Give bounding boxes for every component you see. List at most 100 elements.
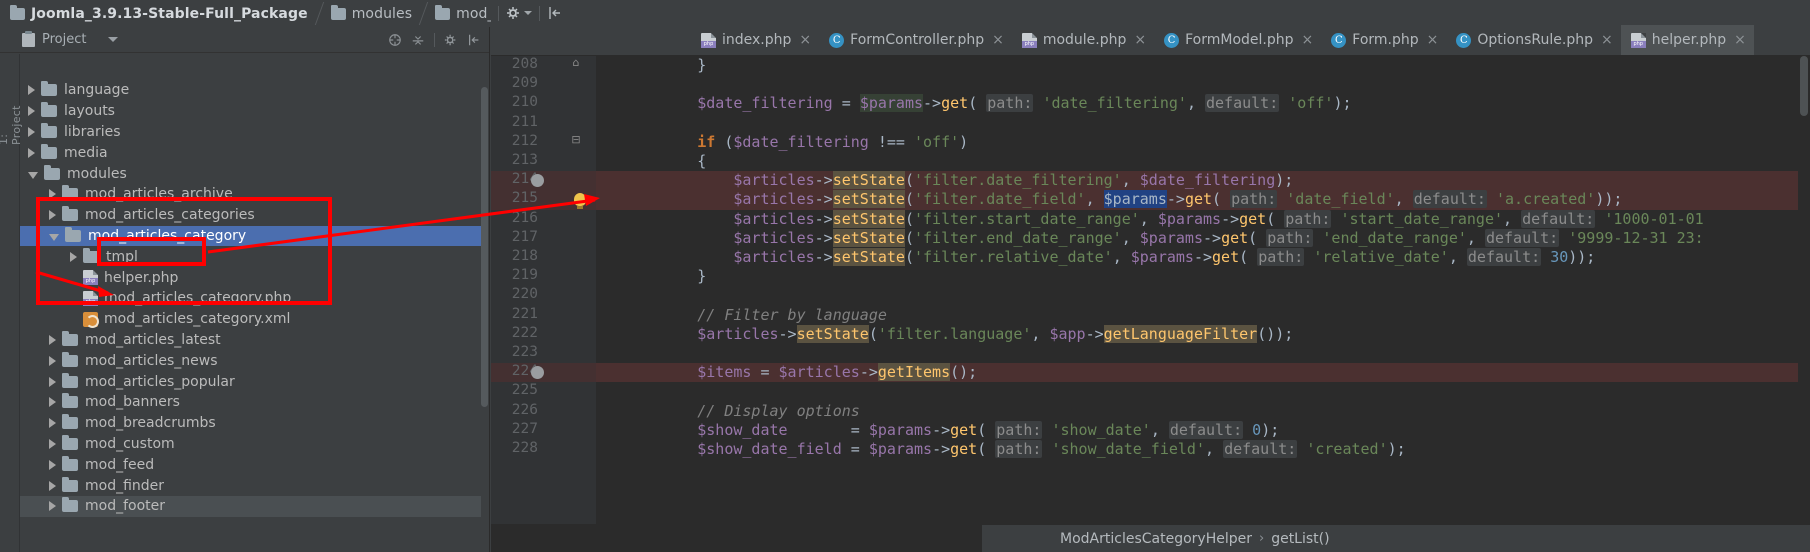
tree-item[interactable]: mod_articles_category [20, 225, 481, 247]
tree-item[interactable]: modules [20, 163, 481, 184]
chevron-down-icon[interactable] [108, 37, 119, 42]
settings-gear-icon[interactable] [506, 5, 522, 21]
code-line[interactable]: if ($date_filtering !== 'off') [596, 133, 1810, 152]
editor-tab[interactable]: module.php × [1012, 25, 1154, 55]
editor-scrollbar-thumb[interactable] [1800, 56, 1808, 116]
tree-item[interactable]: mod_custom [20, 434, 481, 455]
chevron-right-icon[interactable] [49, 210, 56, 221]
editor-scrollbar[interactable] [1798, 56, 1810, 524]
code-fold-icon[interactable]: ⊟ [569, 133, 583, 146]
chevron-right-icon[interactable] [28, 85, 35, 96]
expand-icon[interactable] [411, 33, 425, 47]
tree-item[interactable]: mod_banners [20, 392, 481, 413]
chevron-right-icon[interactable] [49, 376, 56, 387]
close-icon[interactable]: × [1302, 32, 1314, 48]
close-icon[interactable]: × [1427, 32, 1439, 48]
editor-tab[interactable]: C FormModel.php × [1154, 25, 1321, 55]
code-line[interactable]: // Filter by language [596, 306, 1810, 325]
divider [434, 32, 435, 47]
tree-item[interactable]: mod_articles_latest [20, 330, 481, 351]
chevron-right-icon[interactable] [49, 418, 56, 429]
tree-item[interactable]: libraries [20, 122, 481, 143]
chevron-right-icon[interactable] [49, 189, 56, 200]
tree-item[interactable]: mod_articles_news [20, 350, 481, 371]
code-line[interactable]: $items = $articles->getItems(); [596, 363, 1810, 382]
status-class-name[interactable]: ModArticlesCategoryHelper [1060, 531, 1252, 547]
code-line[interactable]: $show_date = $params->get( path: 'show_d… [596, 420, 1810, 440]
code-line-text: if ($date_filtering !== 'off') [596, 133, 968, 152]
status-method-name[interactable]: getList() [1271, 531, 1329, 547]
chevron-down-icon[interactable] [28, 171, 38, 179]
chevron-right-icon[interactable] [49, 480, 56, 491]
breadcrumb-item-project[interactable]: Joomla_3.9.13-Stable-Full_Package [6, 0, 314, 27]
code-line[interactable]: { [596, 152, 1810, 171]
code-line[interactable]: } [596, 267, 1810, 286]
settings-gear-icon[interactable] [444, 33, 458, 47]
code-line[interactable]: $articles->setState('filter.language', $… [596, 324, 1810, 344]
editor-tab-strip[interactable]: index.php×CFormController.php×module.php… [491, 25, 1810, 56]
collapse-all-icon[interactable] [388, 33, 402, 47]
code-line[interactable]: $show_date_field = $params->get( path: '… [596, 440, 1810, 459]
tree-item[interactable]: mod_footer [20, 495, 481, 517]
chevron-right-icon[interactable] [49, 397, 56, 408]
tree-item[interactable]: mod_articles_category.php [20, 288, 481, 309]
code-line[interactable]: $articles->setState('filter.end_date_ran… [596, 228, 1810, 248]
code-line[interactable]: } [596, 56, 1810, 75]
chevron-right-icon[interactable] [49, 334, 56, 345]
tree-item[interactable]: mod_articles_popular [20, 371, 481, 392]
chevron-right-icon[interactable] [49, 355, 56, 366]
code-line[interactable] [596, 344, 1810, 363]
code-line[interactable]: $articles->setState('filter.date_filteri… [596, 171, 1810, 190]
code-line[interactable]: $articles->setState('filter.relative_dat… [596, 248, 1810, 267]
chevron-right-icon[interactable] [28, 126, 35, 137]
hide-panel-icon[interactable] [467, 33, 481, 47]
close-icon[interactable]: × [1734, 32, 1746, 48]
close-icon[interactable]: × [1601, 32, 1613, 48]
chevron-down-icon[interactable] [524, 11, 532, 15]
code-line[interactable]: $articles->setState('filter.date_field',… [596, 190, 1810, 209]
breadcrumb-item-modules[interactable]: modules [327, 0, 418, 27]
chevron-right-icon[interactable] [49, 438, 56, 449]
project-tree-scrollbar[interactable] [481, 87, 488, 407]
code-line[interactable] [596, 382, 1810, 401]
code-line[interactable] [596, 114, 1810, 133]
chevron-down-icon[interactable] [49, 233, 59, 241]
close-icon[interactable]: × [799, 32, 811, 48]
editor-tab[interactable]: C FormController.php × [819, 25, 1012, 55]
editor-gutter[interactable]: 208 ⌂ 209 210 211 212 ⊟ 213 214 215 216 217 218 219 22… [491, 56, 596, 524]
tree-item[interactable]: helper.php [20, 267, 481, 288]
hide-panel-icon[interactable] [547, 5, 563, 21]
tree-item[interactable]: mod_articles_archive [20, 184, 481, 205]
chevron-right-icon[interactable] [49, 501, 56, 512]
tree-item[interactable]: mod_articles_categories [20, 205, 481, 226]
chevron-right-icon[interactable] [49, 459, 56, 470]
code-line[interactable] [596, 286, 1810, 305]
editor-tab[interactable]: index.php × [691, 25, 819, 55]
tree-item[interactable]: mod_articles_category.xml [20, 309, 481, 330]
editor-tab[interactable]: C OptionsRule.php × [1446, 25, 1620, 55]
code-line[interactable] [596, 75, 1810, 94]
tree-item[interactable]: layouts [20, 101, 481, 122]
code-line[interactable]: $articles->setState('filter.start_date_r… [596, 209, 1810, 229]
project-tree[interactable]: language layouts libraries media modules mod_… [20, 80, 481, 552]
close-icon[interactable]: × [1134, 32, 1146, 48]
chevron-right-icon[interactable] [28, 147, 35, 158]
editor-tab[interactable]: C Form.php × [1321, 25, 1446, 55]
intention-bulb-icon[interactable] [574, 193, 586, 210]
chevron-right-icon[interactable] [28, 106, 35, 117]
code-line[interactable]: $date_filtering = $params->get( path: 'd… [596, 94, 1810, 113]
close-icon[interactable]: × [992, 32, 1004, 48]
editor-tab[interactable]: helper.php × [1620, 25, 1754, 55]
code-content[interactable]: } $date_filtering = $params->get( path: … [596, 56, 1810, 524]
tree-item[interactable]: mod_feed [20, 454, 481, 475]
code-line[interactable]: // Display options [596, 402, 1810, 421]
tree-item[interactable]: media [20, 142, 481, 163]
chevron-right-icon[interactable] [70, 251, 77, 262]
tree-item[interactable]: language [20, 80, 481, 101]
tree-item[interactable]: mod_finder [20, 475, 481, 496]
code-fold-icon[interactable]: ⌂ [569, 56, 583, 69]
tree-item[interactable]: mod_breadcrumbs [20, 413, 481, 434]
tree-item[interactable]: tmpl [20, 246, 481, 267]
